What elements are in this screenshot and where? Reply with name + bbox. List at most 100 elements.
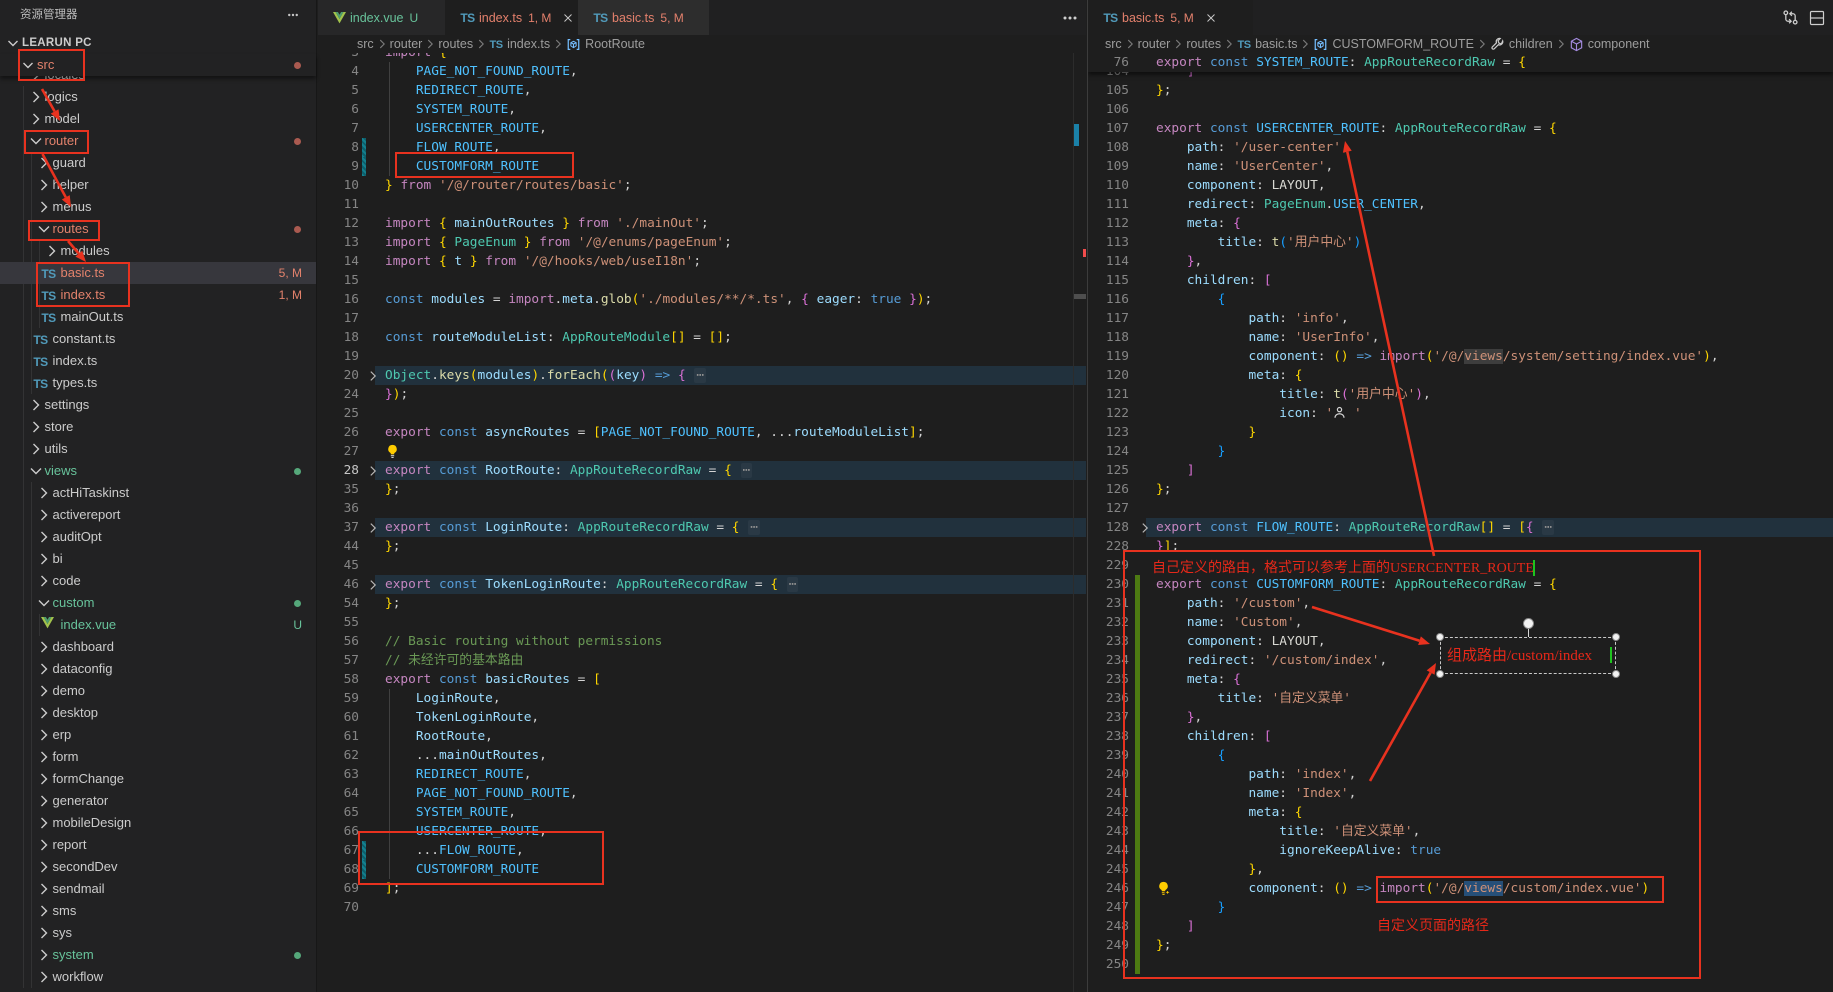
tree-item-utils[interactable]: utils [0, 438, 316, 460]
overview-ruler-mark [1074, 124, 1079, 146]
code-line-113: 113 title: t('用户中心') [1088, 233, 1833, 252]
code-line-7: 7 USERCENTER_ROUTE, [318, 119, 1086, 138]
annotation-textbox[interactable] [1440, 637, 1616, 674]
annotation-box-src [18, 49, 85, 81]
code-line-65: 65 SYSTEM_ROUTE, [318, 803, 1086, 822]
tree-item-activereport[interactable]: activereport [0, 504, 316, 526]
code-text: REDIRECT_ROUTE, [385, 81, 531, 100]
breadcrumb-item[interactable]: router [1138, 37, 1171, 51]
more-actions-icon[interactable] [1062, 10, 1078, 26]
code-text: }, [1156, 252, 1202, 271]
code-line-6: 6 SYSTEM_ROUTE, [318, 100, 1086, 119]
breadcrumb-item[interactable]: component [1569, 37, 1650, 52]
lightbulb-icon[interactable] [385, 444, 400, 459]
tree-item-report[interactable]: report [0, 834, 316, 856]
tree-item-logics[interactable]: logics [0, 86, 316, 108]
fold-chevron-icon[interactable] [1138, 521, 1152, 535]
tree-item-settings[interactable]: settings [0, 394, 316, 416]
tree-item-formchange[interactable]: formChange [0, 768, 316, 790]
tree-item-desktop[interactable]: desktop [0, 702, 316, 724]
tree-item-custom[interactable]: custom [0, 592, 316, 614]
tree-item-guard[interactable]: guard [0, 152, 316, 174]
breadcrumb-item[interactable]: src [357, 37, 374, 51]
tab-git-badge: 5, M [1170, 11, 1193, 25]
breadcrumb-item[interactable]: CUSTOMFORM_ROUTE [1313, 37, 1473, 52]
tab-basic-ts[interactable]: TSbasic.ts5, M [1088, 0, 1253, 35]
tab-index-ts[interactable]: TSindex.ts1, M [445, 0, 578, 35]
code-text: ...mainOutRoutes, [385, 746, 547, 765]
breadcrumb-item[interactable]: router [390, 37, 423, 51]
tree-item-mobiledesign[interactable]: mobileDesign [0, 812, 316, 834]
tree-item-seconddev[interactable]: secondDev [0, 856, 316, 878]
textbox-handle[interactable] [1612, 633, 1620, 641]
tree-item-erp[interactable]: erp [0, 724, 316, 746]
chevron-right-icon [36, 199, 52, 215]
textbox-handle[interactable] [1612, 670, 1620, 678]
tree-item-dataconfig[interactable]: dataconfig [0, 658, 316, 680]
tree-item-index-vue[interactable]: index.vueU [0, 614, 316, 636]
breadcrumb-label: routes [1186, 37, 1221, 51]
code-line-57: 57// 未经许可的基本路由 [318, 651, 1086, 670]
tree-item-index-ts[interactable]: TSindex.ts [0, 350, 316, 372]
close-icon[interactable] [561, 11, 575, 25]
tree-item-sendmail[interactable]: sendmail [0, 878, 316, 900]
fold-chevron-icon[interactable] [366, 464, 380, 478]
breadcrumb-item[interactable]: src [1105, 37, 1122, 51]
chevron-right-icon [36, 793, 52, 809]
breadcrumb-item[interactable]: children [1490, 37, 1553, 52]
tree-item-helper[interactable]: helper [0, 174, 316, 196]
chevron-right-icon [1171, 37, 1185, 51]
tree-item-sys[interactable]: sys [0, 922, 316, 944]
textbox-rotate-handle[interactable] [1523, 618, 1534, 629]
tree-item-constant-ts[interactable]: TSconstant.ts [0, 328, 316, 350]
line-number: 17 [318, 309, 359, 328]
tab-basic-ts[interactable]: TSbasic.ts5, M [578, 0, 709, 35]
tree-item-acthitaskinst[interactable]: actHiTaskinst [0, 482, 316, 504]
fold-chevron-icon[interactable] [366, 578, 380, 592]
tree-item-dashboard[interactable]: dashboard [0, 636, 316, 658]
tree-item-workflow[interactable]: workflow [0, 966, 316, 988]
chevron-down-icon [28, 463, 44, 479]
tree-item-sms[interactable]: sms [0, 900, 316, 922]
line-number: 117 [1088, 309, 1129, 328]
vue-file-icon [41, 617, 57, 633]
code-text: const routeModuleList: AppRouteModule[] … [385, 328, 732, 347]
tree-item-modules[interactable]: modules [0, 240, 316, 262]
breadcrumb-item[interactable]: RootRoute [566, 37, 645, 52]
breadcrumb-item[interactable]: TSindex.ts [489, 37, 550, 51]
tree-item-bi[interactable]: bi [0, 548, 316, 570]
breadcrumb-item[interactable]: TSbasic.ts [1237, 37, 1297, 51]
chevron-right-icon [36, 177, 52, 193]
breadcrumb-item[interactable]: routes [438, 37, 473, 51]
editor-actions-middle [1062, 0, 1078, 35]
tree-item-views[interactable]: views [0, 460, 316, 482]
fold-chevron-icon[interactable] [366, 369, 380, 383]
tree-item-mainout-ts[interactable]: TSmainOut.ts [0, 306, 316, 328]
status-dot [294, 226, 301, 233]
tree-item-menus[interactable]: menus [0, 196, 316, 218]
tree-item-types-ts[interactable]: TStypes.ts [0, 372, 316, 394]
breadcrumb-item[interactable]: routes [1186, 37, 1221, 51]
close-icon[interactable] [1204, 11, 1218, 25]
tree-item-form[interactable]: form [0, 746, 316, 768]
chevron-right-icon [36, 639, 52, 655]
sticky-scroll-line[interactable]: 76export const SYSTEM_ROUTE: AppRouteRec… [1088, 53, 1833, 72]
textbox-handle[interactable] [1436, 633, 1444, 641]
line-number: 70 [318, 898, 359, 917]
tree-item-system[interactable]: system [0, 944, 316, 966]
code-line-11: 11 [318, 195, 1086, 214]
textbox-handle[interactable] [1436, 670, 1444, 678]
tree-item-auditopt[interactable]: auditOpt [0, 526, 316, 548]
tree-item-generator[interactable]: generator [0, 790, 316, 812]
tree-item-code[interactable]: code [0, 570, 316, 592]
tree-item-demo[interactable]: demo [0, 680, 316, 702]
tree-item-store[interactable]: store [0, 416, 316, 438]
open-changes-icon[interactable] [1782, 9, 1799, 26]
fold-chevron-icon[interactable] [366, 521, 380, 535]
split-editor-icon[interactable] [1809, 10, 1825, 26]
chevron-right-icon [28, 397, 44, 413]
tree-item-model[interactable]: model [0, 108, 316, 130]
line-number: 127 [1088, 499, 1129, 518]
code-line-122: 122 icon: ' ' [1088, 404, 1833, 423]
tab-index-vue[interactable]: index.vueU [318, 0, 445, 35]
